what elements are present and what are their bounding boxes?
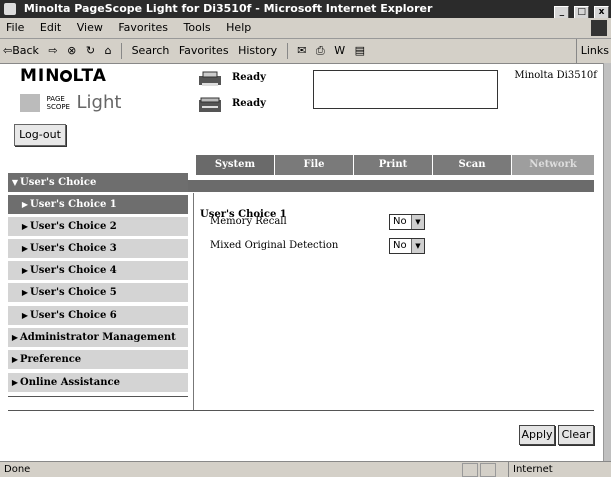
pagescope-icon <box>20 93 40 112</box>
minolta-logo: MIN LTA PAGE SCOPE Light <box>20 66 121 113</box>
toolbar-separator <box>286 43 288 59</box>
browser-toolbar: ⇦Back ⇨ ⊗ ↻ ⌂ Search Favorites History ✉… <box>0 39 611 64</box>
panel-divider <box>193 193 194 410</box>
mail-button[interactable]: ✉ <box>294 39 309 63</box>
stop-button[interactable]: ⊗ <box>64 39 79 63</box>
triangle-right-icon: ▶ <box>11 354 19 364</box>
nav-users-choice-4[interactable]: ▶ User's Choice 4 <box>8 261 188 280</box>
pagescope-scope: SCOPE <box>46 102 71 111</box>
vertical-scrollbar[interactable] <box>603 63 611 461</box>
dropdown-arrow-icon: ▼ <box>411 215 424 229</box>
nav-users-choice-5[interactable]: ▶ User's Choice 5 <box>8 283 188 302</box>
triangle-right-icon: ▶ <box>21 287 29 297</box>
triangle-right-icon: ▶ <box>11 377 19 387</box>
pagescope-page: PAGE <box>46 94 65 103</box>
links-button[interactable]: Links <box>575 39 609 63</box>
tab-network[interactable]: Network <box>512 155 594 175</box>
search-button[interactable]: Search <box>129 39 173 63</box>
nav-users-choice-3[interactable]: ▶ User's Choice 3 <box>8 239 188 258</box>
menu-file[interactable]: File <box>0 18 30 38</box>
status-cell <box>480 463 496 477</box>
tab-print[interactable]: Print <box>354 155 432 175</box>
message-box <box>313 70 498 109</box>
scanner-icon <box>199 97 221 112</box>
menu-bar: File Edit View Favorites Tools Help <box>0 18 611 39</box>
memory-recall-select[interactable]: No ▼ <box>389 214 425 230</box>
nav-users-choice-1[interactable]: ▶ User's Choice 1 <box>8 195 188 214</box>
triangle-down-icon: ▼ <box>11 177 19 187</box>
toolbar-separator <box>121 43 123 59</box>
ie-icon <box>4 3 16 15</box>
footer-divider <box>8 410 594 411</box>
tab-scan[interactable]: Scan <box>433 155 511 175</box>
edit-button[interactable]: W <box>331 39 348 63</box>
printer-icon <box>199 71 221 86</box>
window-title: Minolta PageScope Light for Di3510f - Mi… <box>23 2 433 15</box>
back-button[interactable]: ⇦Back <box>0 39 42 63</box>
nav-users-choice-6[interactable]: ▶ User's Choice 6 <box>8 306 188 325</box>
menu-view[interactable]: View <box>71 18 109 38</box>
triangle-right-icon: ▶ <box>21 265 29 275</box>
dropdown-arrow-icon: ▼ <box>411 239 424 253</box>
status-text: Done <box>4 464 31 475</box>
windows-logo-icon <box>591 20 607 36</box>
menu-favorites[interactable]: Favorites <box>112 18 174 38</box>
nav-administrator-management[interactable]: ▶ Administrator Management <box>8 328 188 347</box>
brand-logo: MIN LTA <box>20 66 107 86</box>
menu-tools[interactable]: Tools <box>178 18 217 38</box>
triangle-right-icon: ▶ <box>21 199 29 209</box>
logo-o-icon <box>60 70 73 82</box>
triangle-right-icon: ▶ <box>11 332 19 342</box>
scanner-status-text: Ready <box>232 98 266 109</box>
history-button[interactable]: History <box>235 39 280 63</box>
memory-recall-label: Memory Recall <box>210 216 287 227</box>
status-bar: Done Internet <box>0 461 611 477</box>
nav-users-choice-2[interactable]: ▶ User's Choice 2 <box>8 217 188 236</box>
nav-users-choice[interactable]: ▼ User's Choice <box>8 173 188 192</box>
print-button[interactable]: ⎙ <box>313 39 328 63</box>
pagescope-light-logo: PAGE SCOPE Light <box>20 92 121 113</box>
apply-button[interactable]: Apply <box>519 425 555 445</box>
memory-recall-value: No <box>393 216 407 227</box>
device-model: Minolta Di3510f <box>514 70 597 81</box>
pagescope-light: Light <box>76 92 122 113</box>
printer-status-text: Ready <box>232 72 266 83</box>
favorites-button[interactable]: Favorites <box>176 39 232 63</box>
mixed-original-detection-value: No <box>393 240 407 251</box>
tab-file[interactable]: File <box>275 155 353 175</box>
mixed-original-detection-label: Mixed Original Detection <box>210 240 339 251</box>
tab-system[interactable]: System <box>196 155 274 175</box>
home-button[interactable]: ⌂ <box>102 39 115 63</box>
nav-preference[interactable]: ▶ Preference <box>8 350 188 369</box>
nav-online-assistance[interactable]: ▶ Online Assistance <box>8 373 188 392</box>
triangle-right-icon: ▶ <box>21 243 29 253</box>
logout-button[interactable]: Log-out <box>14 124 66 146</box>
internet-zone: Internet <box>508 462 553 477</box>
clear-button[interactable]: Clear <box>558 425 594 445</box>
nav-divider <box>8 396 188 397</box>
status-cell <box>462 463 478 477</box>
discuss-button[interactable]: ▤ <box>352 39 368 63</box>
window-titlebar: Minolta PageScope Light for Di3510f - Mi… <box>0 0 611 20</box>
triangle-right-icon: ▶ <box>21 221 29 231</box>
triangle-right-icon: ▶ <box>21 310 29 320</box>
menu-edit[interactable]: Edit <box>34 18 67 38</box>
mixed-original-detection-select[interactable]: No ▼ <box>389 238 425 254</box>
refresh-button[interactable]: ↻ <box>83 39 98 63</box>
menu-help[interactable]: Help <box>220 18 257 38</box>
forward-button[interactable]: ⇨ <box>45 39 60 63</box>
